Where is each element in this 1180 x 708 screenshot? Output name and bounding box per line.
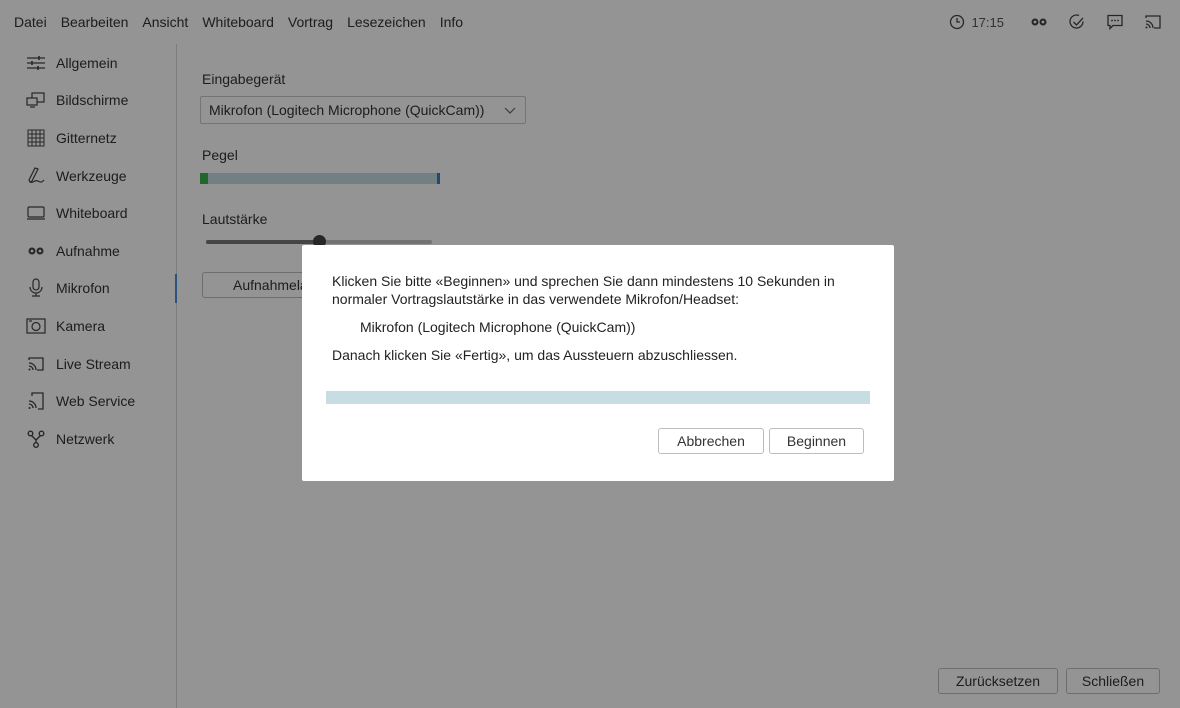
start-button[interactable]: Beginnen <box>769 428 864 454</box>
calibration-progress-bar <box>326 391 870 404</box>
dialog-device-name: Mikrofon (Logitech Microphone (QuickCam)… <box>360 319 636 335</box>
cancel-button[interactable]: Abbrechen <box>658 428 764 454</box>
dialog-instruction-line-1: Klicken Sie bitte «Beginnen» und spreche… <box>332 273 835 289</box>
calibration-dialog: Klicken Sie bitte «Beginnen» und spreche… <box>302 245 894 481</box>
dialog-instruction-line-2: normaler Vortragslautstärke in das verwe… <box>332 291 739 307</box>
dialog-instruction-line-3: Danach klicken Sie «Fertig», um das Auss… <box>332 347 738 363</box>
